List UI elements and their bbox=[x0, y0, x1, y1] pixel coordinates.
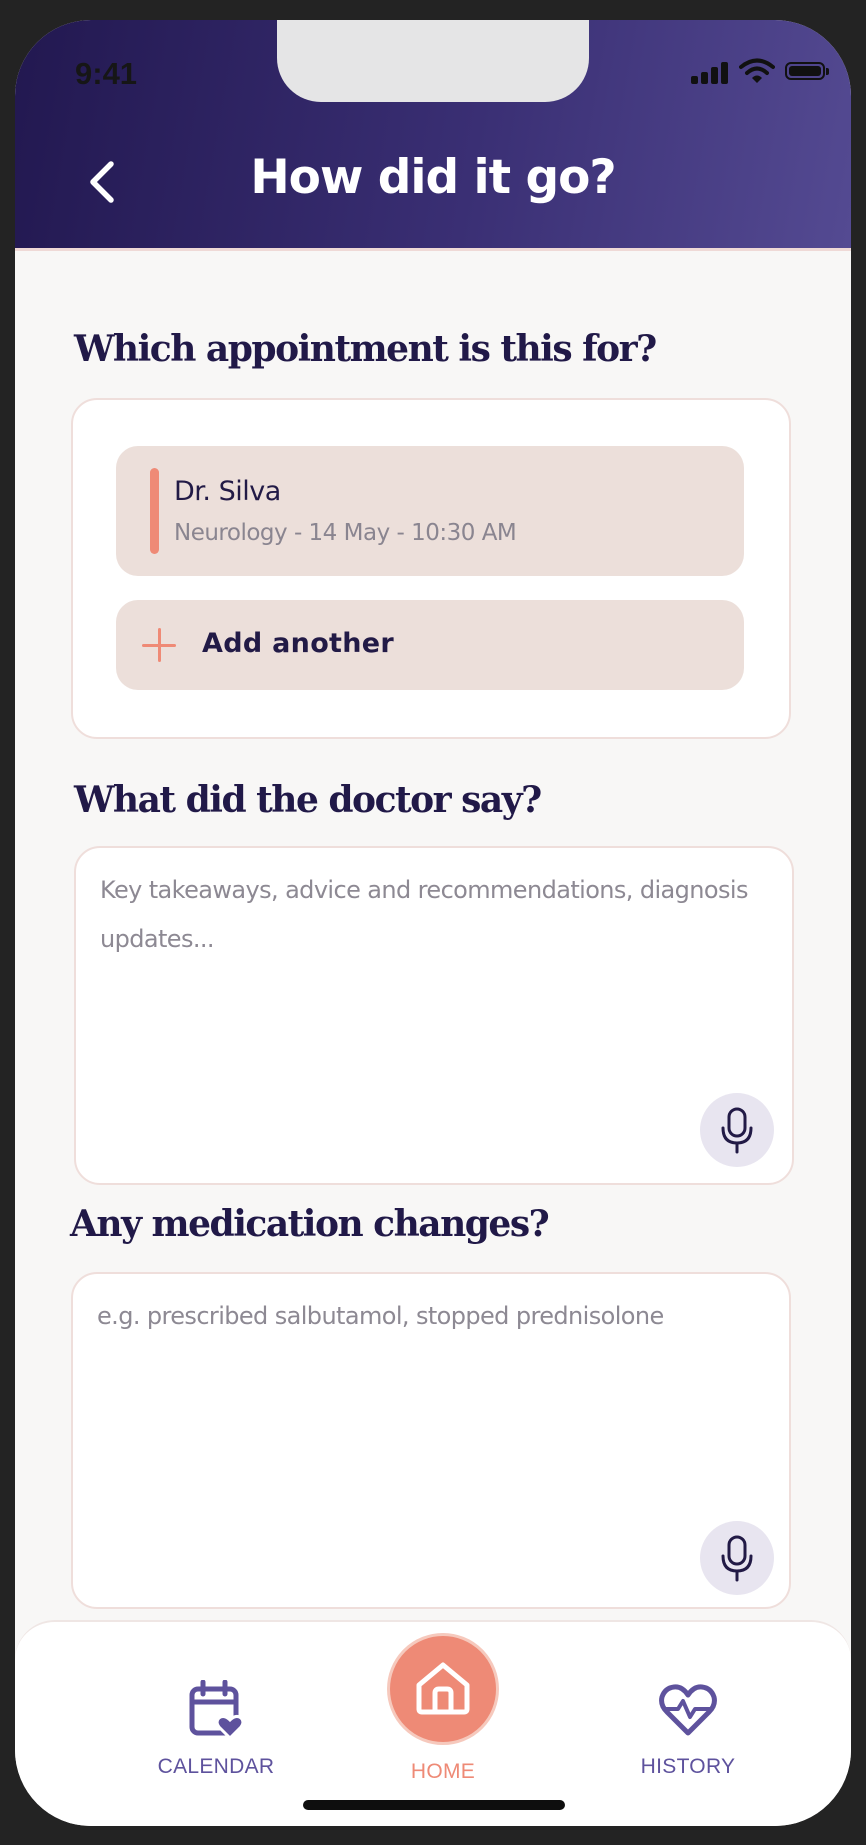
home-icon bbox=[416, 1662, 470, 1715]
microphone-icon bbox=[721, 1535, 753, 1582]
doctor-notes-field[interactable]: Key takeaways, advice and recommendation… bbox=[74, 846, 794, 1185]
wifi-icon bbox=[739, 58, 775, 83]
doctor-notes-mic-button[interactable] bbox=[700, 1093, 774, 1167]
header: 9:41 How did it go? bbox=[15, 20, 851, 251]
plus-icon bbox=[142, 628, 176, 662]
status-icons bbox=[691, 58, 831, 84]
status-time: 9:41 bbox=[75, 56, 138, 91]
appointment-section-title: Which appointment is this for? bbox=[74, 328, 657, 370]
nav-item-home[interactable] bbox=[387, 1633, 499, 1745]
nav-item-history[interactable]: HISTORY bbox=[618, 1683, 758, 1779]
page-title: How did it go? bbox=[250, 150, 616, 205]
appointment-accent-bar bbox=[150, 468, 159, 554]
medication-changes-field[interactable]: e.g. prescribed salbutamol, stopped pred… bbox=[71, 1272, 791, 1609]
appointment-doctor-name: Dr. Silva bbox=[174, 476, 281, 507]
medication-changes-placeholder: e.g. prescribed salbutamol, stopped pred… bbox=[97, 1302, 664, 1330]
appointment-details: Neurology - 14 May - 10:30 AM bbox=[174, 520, 517, 546]
signal-icon bbox=[691, 60, 731, 84]
nav-label-home-wrap[interactable]: HOME bbox=[378, 1760, 508, 1784]
phone-screen: 9:41 How did it go? Which appointment is… bbox=[15, 20, 851, 1826]
battery-icon bbox=[785, 62, 829, 80]
add-another-label: Add another bbox=[202, 628, 394, 659]
nav-label-history: HISTORY bbox=[640, 1755, 736, 1778]
heart-pulse-icon bbox=[659, 1684, 717, 1736]
add-another-button[interactable]: Add another bbox=[116, 600, 744, 690]
doctor-section-title: What did the doctor say? bbox=[74, 779, 542, 821]
medication-mic-button[interactable] bbox=[700, 1521, 774, 1595]
home-indicator bbox=[303, 1800, 565, 1810]
nav-item-calendar[interactable]: CALENDAR bbox=[141, 1680, 291, 1779]
calendar-heart-icon bbox=[189, 1680, 244, 1740]
medication-section-title: Any medication changes? bbox=[70, 1203, 550, 1245]
doctor-notes-placeholder: Key takeaways, advice and recommendation… bbox=[100, 876, 748, 953]
nav-label-home: HOME bbox=[410, 1760, 476, 1783]
nav-label-calendar: CALENDAR bbox=[157, 1755, 275, 1778]
notch bbox=[277, 20, 589, 102]
selected-appointment[interactable]: Dr. Silva Neurology - 14 May - 10:30 AM bbox=[116, 446, 744, 576]
microphone-icon bbox=[721, 1107, 753, 1154]
